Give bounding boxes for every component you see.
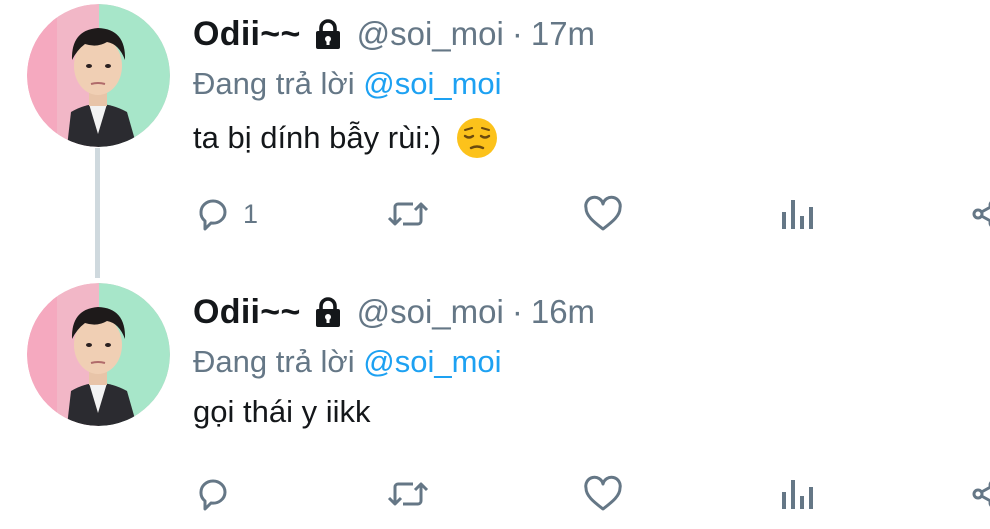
avatar[interactable] bbox=[27, 283, 170, 426]
reply-icon bbox=[199, 199, 227, 231]
heart-icon bbox=[584, 195, 622, 231]
analytics-icon bbox=[782, 200, 813, 229]
analytics-button[interactable] bbox=[778, 189, 816, 239]
reply-button[interactable]: 1 bbox=[193, 189, 258, 239]
share-icon bbox=[972, 481, 990, 507]
tweet-actions bbox=[0, 469, 990, 519]
retweet-icon bbox=[387, 482, 429, 506]
pensive-face-emoji bbox=[455, 116, 499, 160]
like-button[interactable] bbox=[582, 469, 624, 519]
retweet-button[interactable] bbox=[385, 189, 431, 239]
reply-count: 1 bbox=[243, 198, 259, 229]
replying-to: Đang trả lời @soi_moi bbox=[193, 344, 990, 380]
display-name[interactable]: Odii~~ bbox=[193, 15, 301, 54]
share-button[interactable] bbox=[970, 469, 990, 519]
tweet-text-content: gọi thái y iikk bbox=[193, 394, 371, 429]
analytics-icon bbox=[782, 480, 813, 509]
reply-mention-link[interactable]: @soi_moi bbox=[363, 344, 501, 379]
user-handle[interactable]: @soi_moi bbox=[357, 293, 504, 331]
timestamp[interactable]: 16m bbox=[531, 293, 595, 331]
reply-mention-link[interactable]: @soi_moi bbox=[363, 66, 501, 101]
share-button[interactable] bbox=[970, 189, 990, 239]
reply-prefix: Đang trả lời bbox=[193, 344, 355, 379]
tweet-thread: Odii~~ @soi_moi · 17m Đang trả lời @soi_… bbox=[0, 0, 990, 529]
user-handle[interactable]: @soi_moi bbox=[357, 15, 504, 53]
tweet-header: Odii~~ @soi_moi · 17m bbox=[193, 12, 990, 56]
replying-to: Đang trả lời @soi_moi bbox=[193, 66, 990, 102]
share-icon bbox=[972, 201, 990, 227]
tweet-text: gọi thái y iikk bbox=[193, 394, 990, 430]
separator-dot: · bbox=[511, 293, 523, 330]
tweet-header: Odii~~ @soi_moi · 16m bbox=[193, 290, 990, 334]
retweet-button[interactable] bbox=[385, 469, 431, 519]
retweet-icon bbox=[387, 202, 429, 226]
tweet-text-content: ta bị dính bẫy rùi:) bbox=[193, 120, 442, 155]
reply-prefix: Đang trả lời bbox=[193, 66, 355, 101]
heart-icon bbox=[584, 475, 622, 511]
reply-icon bbox=[199, 479, 227, 511]
timestamp[interactable]: 17m bbox=[531, 15, 595, 53]
tweet-text: ta bị dính bẫy rùi:) bbox=[193, 116, 990, 160]
tweet-actions: 1 bbox=[0, 189, 990, 239]
lock-icon bbox=[311, 17, 345, 51]
display-name[interactable]: Odii~~ bbox=[193, 293, 301, 332]
analytics-button[interactable] bbox=[778, 469, 816, 519]
lock-icon bbox=[311, 295, 345, 329]
avatar[interactable] bbox=[27, 4, 170, 147]
like-button[interactable] bbox=[582, 189, 624, 239]
separator-dot: · bbox=[511, 15, 523, 52]
reply-button[interactable] bbox=[193, 469, 243, 519]
